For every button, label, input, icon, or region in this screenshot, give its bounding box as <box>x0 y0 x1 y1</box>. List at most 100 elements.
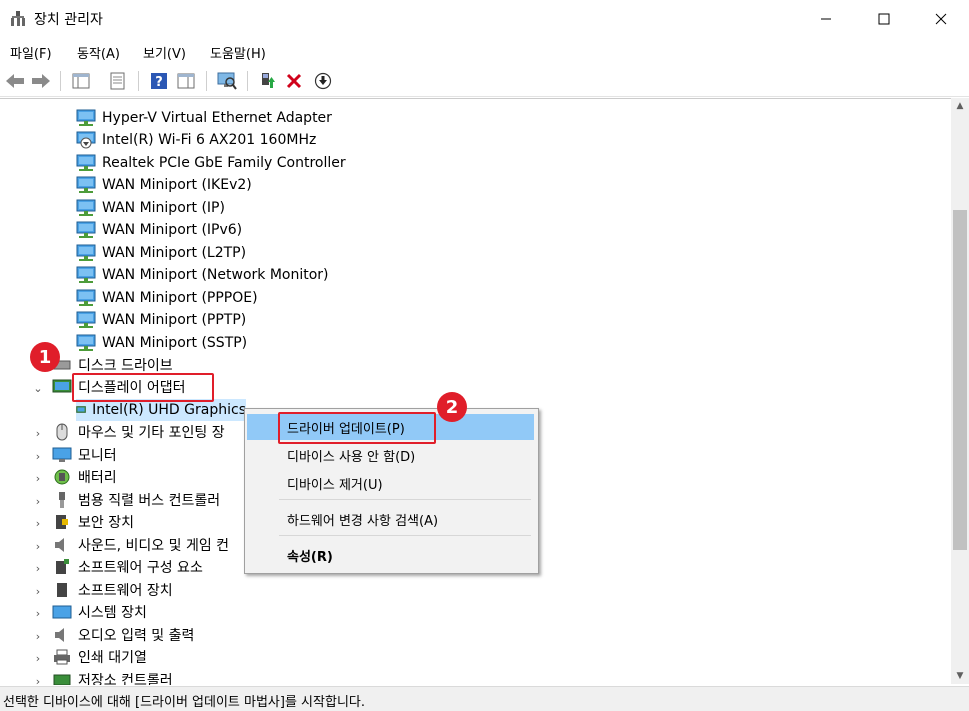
tree-item-label: WAN Miniport (SSTP) <box>102 335 248 351</box>
tree-category-mice[interactable]: 마우스 및 기타 포인팅 장 <box>52 421 225 443</box>
tree-item-label: WAN Miniport (PPPOE) <box>102 290 258 306</box>
annotation-badge-1: 1 <box>30 342 60 372</box>
tree-item-intel-uhd-graphics[interactable]: Intel(R) UHD Graphics <box>76 399 246 421</box>
scrollbar-thumb[interactable] <box>953 210 967 550</box>
tree-category-label: 저장소 컨트롤러 <box>78 673 173 685</box>
menu-file[interactable]: 파일(F) <box>10 43 52 62</box>
tree-category-software-devices[interactable]: 소프트웨어 장치 <box>52 579 173 601</box>
toolbar-separator <box>206 71 207 91</box>
maximize-button[interactable] <box>855 0 913 38</box>
expand-chevron-icon[interactable]: › <box>33 652 43 665</box>
annotation-highlight-box-1 <box>72 373 214 402</box>
expand-chevron-icon[interactable]: › <box>33 607 43 620</box>
tree-item-label: Intel(R) UHD Graphics <box>92 402 246 418</box>
toolbar: ? <box>0 66 969 97</box>
help-toolbar-button[interactable]: ? <box>148 70 170 92</box>
collapse-chevron-icon[interactable]: ⌄ <box>33 382 43 395</box>
network-adapter-icon <box>76 289 96 306</box>
expand-chevron-icon[interactable]: › <box>33 540 43 553</box>
network-adapter-icon <box>76 176 96 193</box>
network-adapter-icon <box>76 154 96 171</box>
tree-category-system-devices[interactable]: 시스템 장치 <box>52 601 147 623</box>
tree-category-software-components[interactable]: 소프트웨어 구성 요소 <box>52 556 203 578</box>
expand-chevron-icon[interactable]: › <box>33 472 43 485</box>
audio-icon <box>55 628 64 642</box>
tree-item-label: WAN Miniport (IPv6) <box>102 222 243 238</box>
vertical-scrollbar[interactable]: ▲ ▼ <box>951 98 969 684</box>
tree-item-network-adapter[interactable]: WAN Miniport (PPTP) <box>76 309 246 331</box>
tree-category-monitors[interactable]: 모니터 <box>52 444 117 466</box>
tree-item-network-adapter[interactable]: WAN Miniport (IKEv2) <box>76 174 252 196</box>
tree-item-label: Intel(R) Wi-Fi 6 AX201 160MHz <box>102 132 317 148</box>
menu-uninstall-device[interactable]: 디바이스 제거(U) <box>247 470 534 496</box>
status-text: 선택한 디바이스에 대해 [드라이버 업데이트 마법사]를 시작합니다. <box>3 695 365 710</box>
forward-arrow-icon <box>32 74 50 88</box>
annotation-badge-2: 2 <box>437 392 467 422</box>
tree-item-network-adapter[interactable]: WAN Miniport (PPPOE) <box>76 287 258 309</box>
scan-monitor-icon <box>217 72 237 90</box>
device-tree: Hyper-V Virtual Ethernet Adapter Intel(R… <box>0 98 951 685</box>
speaker-icon <box>55 538 64 552</box>
mouse-icon <box>56 423 68 441</box>
tree-item-network-adapter[interactable]: WAN Miniport (L2TP) <box>76 242 246 264</box>
expand-chevron-icon[interactable]: › <box>33 495 43 508</box>
show-hide-console-tree-button[interactable] <box>70 70 92 92</box>
uninstall-device-toolbar-button[interactable] <box>283 70 305 92</box>
close-button[interactable] <box>912 0 969 38</box>
tree-category-security-devices[interactable]: 보안 장치 <box>52 511 134 533</box>
tree-category-label: 소프트웨어 구성 요소 <box>78 560 203 576</box>
tree-item-network-adapter[interactable]: WAN Miniport (Network Monitor) <box>76 264 329 286</box>
menu-action[interactable]: 동작(A) <box>77 43 120 62</box>
tree-category-label: 소프트웨어 장치 <box>78 583 173 599</box>
toolbar-separator <box>247 71 248 91</box>
usb-icon <box>59 492 65 508</box>
minimize-button[interactable] <box>797 0 855 38</box>
menu-help[interactable]: 도움말(H) <box>210 43 266 62</box>
menu-separator <box>279 499 531 500</box>
tree-item-label: WAN Miniport (IP) <box>102 200 225 216</box>
menu-view[interactable]: 보기(V) <box>143 43 186 62</box>
system-device-icon <box>52 605 72 619</box>
expand-chevron-icon[interactable]: › <box>33 427 43 440</box>
network-adapter-icon <box>76 266 96 283</box>
tree-category-label: 디스크 드라이브 <box>78 358 173 374</box>
expand-chevron-icon[interactable]: › <box>33 450 43 463</box>
network-adapter-icon <box>76 199 96 216</box>
disable-device-toolbar-button[interactable] <box>312 70 334 92</box>
tree-category-label: 보안 장치 <box>78 515 134 531</box>
tree-item-network-adapter[interactable]: WAN Miniport (IP) <box>76 197 225 219</box>
tree-item-network-adapter[interactable]: WAN Miniport (SSTP) <box>76 332 247 354</box>
back-button[interactable] <box>4 70 26 92</box>
software-component-icon <box>56 559 69 574</box>
menu-properties[interactable]: 속성(R) <box>247 542 534 568</box>
network-adapter-icon <box>76 109 96 126</box>
wifi-adapter-icon <box>76 131 96 149</box>
tree-item-network-adapter[interactable]: WAN Miniport (IPv6) <box>76 219 242 241</box>
expand-chevron-icon[interactable]: › <box>33 517 43 530</box>
tree-category-label: 오디오 입력 및 출력 <box>78 628 195 644</box>
tree-item-network-adapter[interactable]: Realtek PCIe GbE Family Controller <box>76 152 346 174</box>
expand-chevron-icon[interactable]: › <box>33 562 43 575</box>
tree-item-network-adapter[interactable]: Hyper-V Virtual Ethernet Adapter <box>76 107 332 129</box>
network-adapter-icon <box>76 244 96 261</box>
tree-category-audio-inputs-outputs[interactable]: 오디오 입력 및 출력 <box>52 624 194 646</box>
expand-chevron-icon[interactable]: › <box>33 675 43 686</box>
scan-hardware-toolbar-button[interactable] <box>216 70 238 92</box>
tree-item-network-adapter[interactable]: Intel(R) Wi-Fi 6 AX201 160MHz <box>76 129 316 151</box>
view-toolbar-button[interactable] <box>175 70 197 92</box>
forward-button[interactable] <box>30 70 52 92</box>
expand-chevron-icon[interactable]: › <box>33 630 43 643</box>
tree-category-usb-controllers[interactable]: 범용 직렬 버스 컨트롤러 <box>52 489 220 511</box>
scroll-up-icon[interactable]: ▲ <box>951 98 969 114</box>
tree-category-storage-controllers[interactable]: 저장소 컨트롤러 <box>52 669 173 685</box>
display-adapter-icon <box>76 406 86 413</box>
properties-toolbar-button[interactable] <box>107 70 129 92</box>
tree-category-sound-video-game[interactable]: 사운드, 비디오 및 게임 컨 <box>52 534 229 556</box>
scroll-down-icon[interactable]: ▼ <box>951 668 969 684</box>
expand-chevron-icon[interactable]: › <box>33 585 43 598</box>
tree-category-batteries[interactable]: 배터리 <box>52 466 117 488</box>
update-driver-toolbar-button[interactable] <box>256 70 278 92</box>
tree-category-print-queues[interactable]: 인쇄 대기열 <box>52 646 147 668</box>
menu-disable-device[interactable]: 디바이스 사용 안 함(D) <box>247 442 534 468</box>
menu-scan-hardware[interactable]: 하드웨어 변경 사항 검색(A) <box>247 506 534 532</box>
